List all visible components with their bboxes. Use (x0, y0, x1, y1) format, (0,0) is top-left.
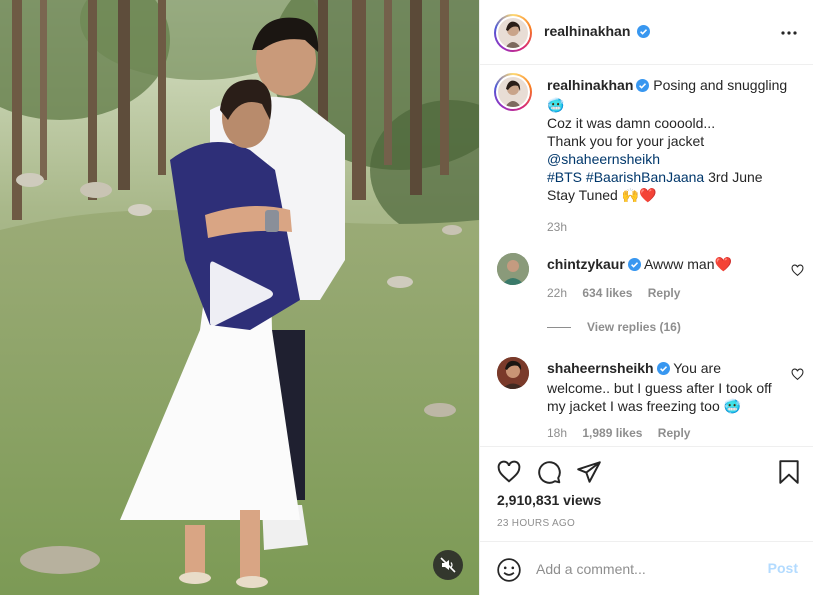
comment-meta: 22h 634 likes Reply (547, 286, 680, 300)
view-replies-button[interactable]: View replies (16) (547, 320, 681, 334)
avatar-photo-icon (505, 80, 521, 107)
heart-outline-icon (497, 460, 521, 483)
avatar-photo-icon (497, 357, 529, 389)
play-button[interactable] (206, 258, 276, 330)
post-actions: 2,910,831 views 23 HOURS AGO (480, 446, 813, 541)
caption-line-6: Stay Tuned 🙌❤️ (547, 187, 657, 203)
emoji-picker-button[interactable] (496, 557, 522, 583)
save-button[interactable] (776, 459, 802, 485)
caption-username[interactable]: realhinakhan (547, 77, 633, 93)
caption-hashtag-bts[interactable]: #BTS (547, 169, 582, 185)
bookmark-icon (779, 460, 799, 484)
muted-speaker-icon (440, 557, 456, 573)
caption-mention-link[interactable]: @shaheernsheikh (547, 151, 660, 167)
share-button[interactable] (576, 459, 602, 485)
more-options-button[interactable] (778, 22, 800, 44)
post-video[interactable] (0, 0, 479, 595)
comment-1: chintzykaur Awww man❤️ (547, 255, 782, 275)
comment-bubble-icon (538, 461, 561, 484)
author-username[interactable]: realhinakhan (544, 23, 630, 39)
reply-button[interactable]: Reply (648, 286, 681, 300)
author-avatar[interactable] (494, 14, 532, 52)
view-replies-label: View replies (16) (587, 320, 681, 334)
post-comment-button[interactable]: Post (768, 560, 798, 576)
comment-time[interactable]: 18h (547, 426, 567, 440)
like-comment-button[interactable] (791, 264, 804, 277)
replies-divider (547, 326, 571, 328)
comment-username[interactable]: shaheernsheikh (547, 360, 654, 376)
more-options-icon (781, 31, 797, 35)
caption-timestamp[interactable]: 23h (547, 218, 802, 236)
comment-likes[interactable]: 634 likes (582, 286, 632, 300)
commenter-avatar[interactable] (497, 357, 529, 389)
like-button[interactable] (496, 459, 522, 485)
post-header: realhinakhan (480, 0, 813, 65)
comment-time[interactable]: 22h (547, 286, 567, 300)
caption-line-3: Thank you for your jacket (547, 133, 705, 149)
comment-input[interactable] (536, 557, 756, 581)
add-comment-bar: Post (480, 541, 813, 595)
verified-badge-icon (656, 361, 670, 379)
post-timestamp[interactable]: 23 HOURS AGO (497, 518, 575, 529)
comment-likes[interactable]: 1,989 likes (582, 426, 642, 440)
caption-hashtag-baarishbanjaana[interactable]: #BaarishBanJaana (586, 169, 704, 185)
comment-meta: 18h 1,989 likes Reply (547, 426, 690, 440)
caption-avatar[interactable] (494, 73, 532, 111)
paper-plane-icon (577, 461, 601, 483)
like-comment-button[interactable] (791, 368, 804, 381)
avatar-photo-icon (497, 253, 529, 285)
caption-line-2: Coz it was damn coooold... (547, 115, 716, 131)
audio-toggle-button[interactable] (433, 550, 463, 580)
post-sidebar: realhinakhan realhinakhan Posing and snu… (479, 0, 813, 595)
comment-text: Awww man❤️ (643, 256, 732, 272)
comments-list[interactable]: realhinakhan Posing and snuggling 🥶 Coz … (480, 66, 813, 446)
comment-username[interactable]: chintzykaur (547, 256, 625, 272)
commenter-avatar[interactable] (497, 253, 529, 285)
verified-badge-icon (627, 257, 641, 275)
caption-release-date: 3rd June (708, 169, 763, 185)
reply-button[interactable]: Reply (658, 426, 691, 440)
comment-2: shaheernsheikh You are welcome.. but I g… (547, 359, 782, 415)
verified-badge-icon (637, 25, 651, 41)
verified-badge-icon (636, 78, 650, 96)
post-caption: realhinakhan Posing and snuggling 🥶 Coz … (547, 76, 802, 236)
comment-button[interactable] (536, 459, 562, 485)
avatar-photo-icon (505, 21, 521, 48)
heart-outline-icon (791, 264, 804, 277)
view-count[interactable]: 2,910,831 views (497, 492, 601, 508)
play-icon (210, 261, 273, 326)
heart-outline-icon (791, 368, 804, 381)
smiley-face-icon (497, 558, 521, 582)
